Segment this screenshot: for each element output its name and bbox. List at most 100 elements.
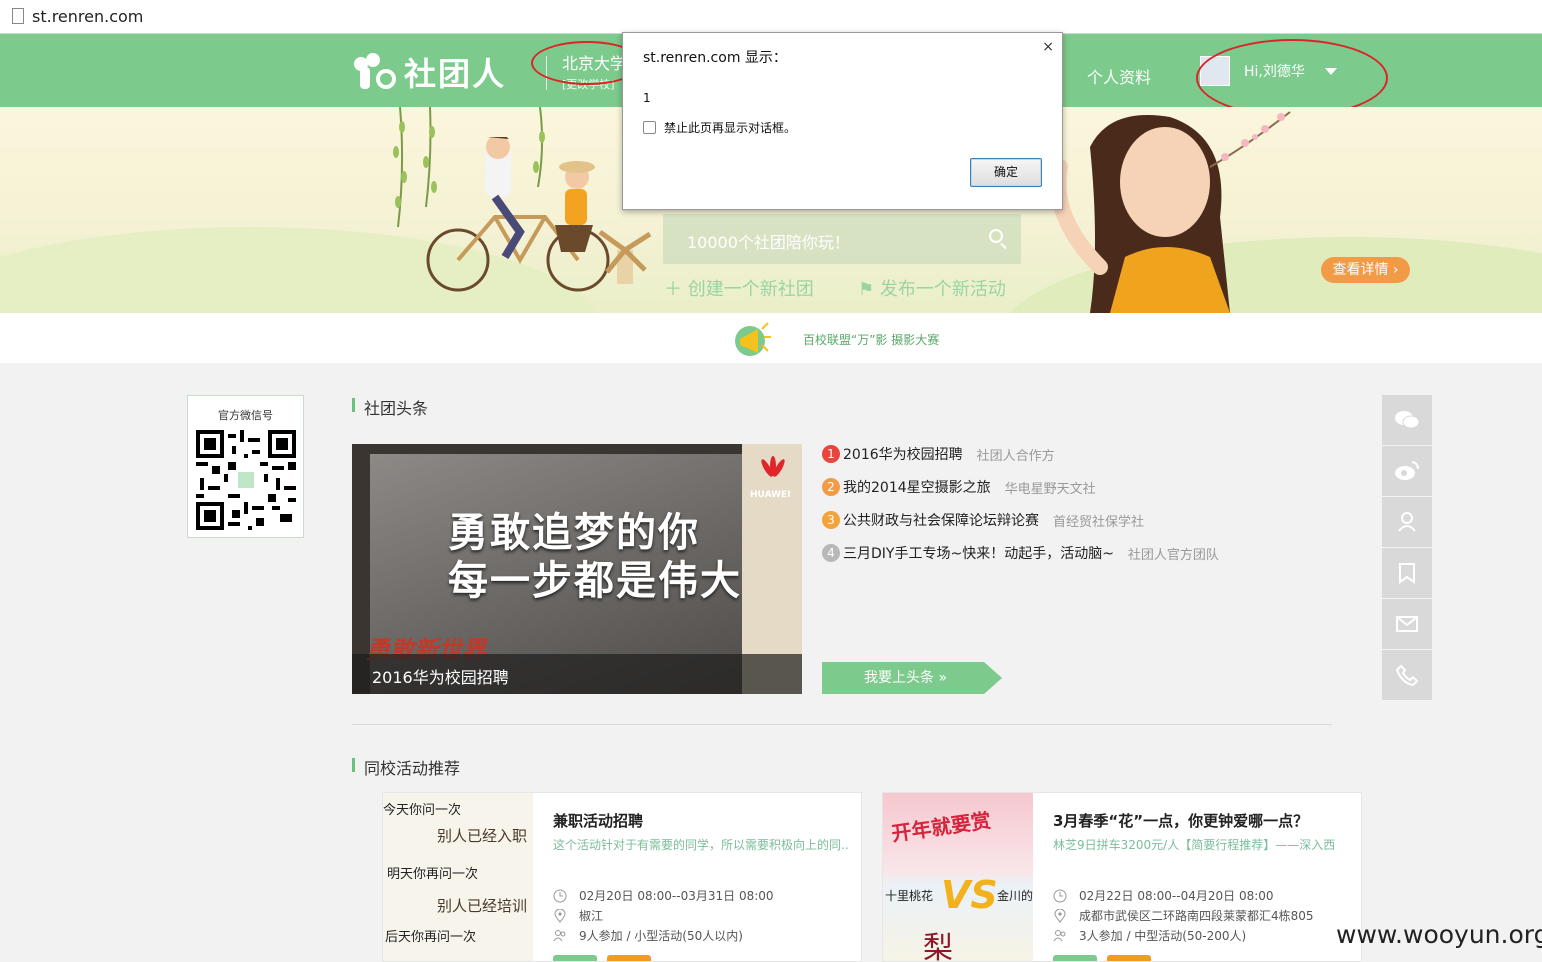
clock-icon [1053,889,1067,902]
phone-button[interactable] [1382,650,1432,700]
headline-item[interactable]: 3 公共财政与社会保障论坛辩论赛 首经贸社保学社 [822,510,1144,530]
wechat-share-button[interactable] [1382,395,1432,445]
user-service-button[interactable] [1382,497,1432,547]
headline-source[interactable]: 社团人官方团队 [1128,544,1219,563]
section-divider [352,724,1332,725]
activity-people-text: 3人参加 / 中型活动(50-200人) [1079,929,1247,943]
thumb-text: 十里桃花 [885,889,934,903]
headline-title[interactable]: 我的2014星空摄影之旅 [843,477,991,497]
activity-tag [1107,955,1151,961]
activity-card[interactable]: 今天你问一次 别人已经入职 明天你再问一次 别人已经培训 后天你再问一次 兼职活… [382,792,862,962]
publish-activity-link[interactable]: ⚑ 发布一个新活动 [858,275,1006,301]
site-logo[interactable]: 社团人 [352,52,506,93]
clock-icon [553,889,567,902]
location-pin-icon [1054,908,1066,923]
notice-link[interactable]: 百校联盟“万”影 摄影大赛 [803,331,939,348]
rank-badge: 4 [822,544,840,562]
weibo-share-button[interactable] [1382,446,1432,496]
right-sidebar [1382,395,1432,701]
activity-title[interactable]: 3月春季“花”一点，你更钟爱哪一点？ [1053,810,1308,831]
feature-banner[interactable]: HUAWEI 勇敢追梦的你 每一步都是伟大 勇敢新世界 2016华为校园招聘 [352,444,802,694]
dialog-message: 1 [643,91,651,105]
huawei-logo-text: HUAWEI [750,490,791,500]
activity-time-text: 02月20日 08:00--03月31日 08:00 [579,889,774,903]
headline-title[interactable]: 三月DIY手工专场~快来！动起手，活动脑~ [843,543,1114,563]
page-icon [12,8,24,24]
activity-thumbnail[interactable]: 今天你问一次 别人已经入职 明天你再问一次 别人已经培训 后天你再问一次 [383,793,533,961]
create-club-link[interactable]: ＋ 创建一个新社团 [664,275,814,301]
activity-thumbnail[interactable]: 开年就要赏 十里桃花 VS 金川的 梨 [883,793,1034,961]
wechat-qr-panel: 官方微信号 [187,395,304,538]
activity-people-text: 9人参加 / 小型活动(50人以内) [579,929,743,943]
headline-item[interactable]: 2 我的2014星空摄影之旅 华电星野天文社 [822,477,1096,497]
activity-tag [607,955,651,961]
activity-place-text: 椒江 [579,909,604,923]
wechat-title: 官方微信号 [218,409,273,422]
activity-time: 02月20日 08:00--03月31日 08:00 [553,887,774,904]
submit-headline-button[interactable]: 我要上头条 » [822,662,1002,694]
suppress-dialogs-checkbox[interactable]: 禁止此页再显示对话框。 [643,119,796,136]
activity-people: 9人参加 / 小型活动(50人以内) [553,927,743,944]
address-bar[interactable]: st.renren.com [0,0,1542,34]
qr-code-image [196,430,296,530]
huawei-logo-icon [761,456,785,477]
plus-icon: ＋ [664,279,688,300]
headline-source[interactable]: 华电星野天文社 [1005,478,1096,497]
mail-button[interactable] [1382,599,1432,649]
ok-button[interactable]: 确定 [970,158,1042,187]
headline-title[interactable]: 公共财政与社会保障论坛辩论赛 [843,510,1039,530]
activity-desc: 林芝9日拼车3200元/人【简要行程推荐】——深入西 [1053,838,1336,852]
feature-caption[interactable]: 2016华为校园招聘 [372,664,509,688]
headline-item[interactable]: 1 2016华为校园招聘 社团人合作方 [822,444,1055,464]
search-icon[interactable] [989,229,1003,243]
activity-place: 成都市武侯区二环路南四段莱蒙都汇4栋805 [1053,907,1314,924]
activity-people: 3人参加 / 中型活动(50-200人) [1053,927,1246,944]
headline-source[interactable]: 首经贸社保学社 [1053,511,1144,530]
create-club-label: 创建一个新社团 [687,279,814,300]
view-details-button[interactable]: 查看详情 › [1321,257,1410,283]
nav-profile-link[interactable]: 个人资料 [1087,64,1151,88]
search-box[interactable]: 10000个社团陪你玩！ [663,214,1021,264]
megaphone-icon [735,322,771,356]
dialog-title: st.renren.com 显示： [643,50,787,66]
activity-card[interactable]: 开年就要赏 十里桃花 VS 金川的 梨 3月春季“花”一点，你更钟爱哪一点？ 林… [882,792,1362,962]
activity-place-text: 成都市武侯区二环路南四段莱蒙都汇4栋805 [1079,909,1314,923]
notice-bar: 百校联盟“万”影 摄影大赛 [0,313,1542,363]
thumb-text: 今天你问一次 [383,803,462,818]
people-icon [553,929,566,941]
publish-activity-label: 发布一个新活动 [879,279,1006,300]
activity-tag [553,955,597,961]
windmill-illustration [598,229,652,284]
thumb-text: 后天你再问一次 [385,930,477,945]
feature-slogan-line2: 每一步都是伟大 [448,558,742,604]
headline-title[interactable]: 2016华为校园招聘 [843,444,963,464]
thumb-text: VS [941,873,998,917]
activity-place: 椒江 [553,907,603,924]
checkbox[interactable] [643,121,656,134]
close-icon[interactable]: × [1042,39,1054,55]
rank-badge: 1 [822,445,840,463]
wechat-icon [1395,411,1420,429]
activity-tag [1053,955,1097,961]
thumb-text: 别人已经入职 [437,827,528,845]
location-pin-icon [554,908,566,923]
thumb-text: 明天你再问一次 [387,867,479,882]
activity-title[interactable]: 兼职活动招聘 [553,810,643,831]
mail-icon [1396,616,1418,632]
url-text[interactable]: st.renren.com [32,7,143,26]
activity-time-text: 02月22日 08:00--04月20日 08:00 [1079,889,1274,903]
thumb-text: 金川的 [997,889,1034,903]
people-icon [1053,929,1066,941]
headline-source[interactable]: 社团人合作方 [977,445,1055,464]
bookmark-button[interactable] [1382,548,1432,598]
bookmark-icon [1399,563,1415,584]
rank-badge: 3 [822,511,840,529]
checkbox-label: 禁止此页再显示对话框。 [664,121,797,135]
search-input[interactable]: 10000个社团陪你玩！ [687,229,850,253]
rank-badge: 2 [822,478,840,496]
logo-icon [352,53,400,91]
headline-item[interactable]: 4 三月DIY手工专场~快来！动起手，活动脑~ 社团人官方团队 [822,543,1219,563]
flag-icon: ⚑ [858,279,880,300]
user-icon [1398,512,1416,532]
thumb-text: 别人已经培训 [437,897,528,915]
